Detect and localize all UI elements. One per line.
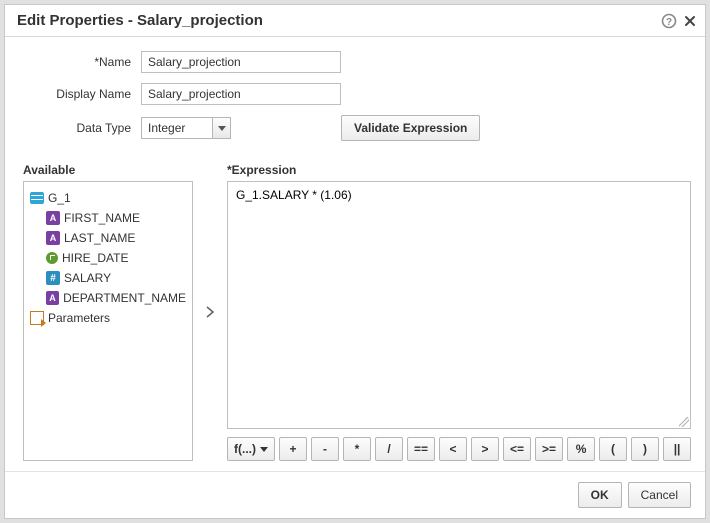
- op-lte-button[interactable]: <=: [503, 437, 531, 461]
- parameters-icon: [30, 311, 44, 325]
- available-label: Available: [23, 163, 193, 177]
- move-right-button[interactable]: [203, 302, 217, 322]
- tree-label: DEPARTMENT_NAME: [63, 291, 186, 305]
- ok-button[interactable]: OK: [578, 482, 622, 508]
- data-type-value: Integer: [142, 118, 212, 138]
- help-icon[interactable]: ?: [661, 13, 677, 29]
- op-divide-button[interactable]: /: [375, 437, 403, 461]
- tree-item-department-name[interactable]: A DEPARTMENT_NAME: [44, 288, 188, 308]
- tree-group[interactable]: G_1: [28, 188, 188, 208]
- dialog-footer: OK Cancel: [5, 471, 705, 518]
- fx-button[interactable]: f(...): [227, 437, 275, 461]
- tree-item-salary[interactable]: # SALARY: [44, 268, 188, 288]
- fx-label: f(...): [234, 442, 256, 456]
- display-name-input[interactable]: [141, 83, 341, 105]
- close-icon[interactable]: [683, 14, 697, 28]
- data-type-select[interactable]: Integer: [141, 117, 231, 139]
- available-tree: G_1 A FIRST_NAME A LAST_NAME: [23, 181, 193, 461]
- dialog-content: *Name Display Name Data Type Integer Val…: [5, 37, 705, 471]
- svg-text:?: ?: [666, 17, 672, 28]
- text-column-icon: A: [46, 211, 60, 225]
- op-eq-button[interactable]: ==: [407, 437, 435, 461]
- tree-label: FIRST_NAME: [64, 211, 140, 225]
- op-gte-button[interactable]: >=: [535, 437, 563, 461]
- op-lt-button[interactable]: <: [439, 437, 467, 461]
- name-input[interactable]: [141, 51, 341, 73]
- text-column-icon: A: [46, 291, 59, 305]
- tree-label: SALARY: [64, 271, 111, 285]
- tree-children: A FIRST_NAME A LAST_NAME HIRE_DATE #: [28, 208, 188, 308]
- chevron-down-icon: [212, 118, 230, 138]
- expression-label: *Expression: [227, 163, 691, 177]
- operator-bar: f(...) + - * / == < > <= >= % ( ) ||: [227, 437, 691, 461]
- display-name-label: Display Name: [23, 87, 141, 101]
- tree-item-last-name[interactable]: A LAST_NAME: [44, 228, 188, 248]
- text-column-icon: A: [46, 231, 60, 245]
- op-gt-button[interactable]: >: [471, 437, 499, 461]
- op-mod-button[interactable]: %: [567, 437, 595, 461]
- tree-parameters[interactable]: Parameters: [28, 308, 188, 328]
- tree-label: G_1: [48, 191, 71, 205]
- tree-label: HIRE_DATE: [62, 251, 128, 265]
- op-or-button[interactable]: ||: [663, 437, 691, 461]
- chevron-down-icon: [260, 447, 268, 452]
- data-type-label: Data Type: [23, 121, 141, 135]
- tree-item-first-name[interactable]: A FIRST_NAME: [44, 208, 188, 228]
- op-rparen-button[interactable]: ): [631, 437, 659, 461]
- expression-textarea[interactable]: [227, 181, 691, 429]
- op-lparen-button[interactable]: (: [599, 437, 627, 461]
- tree-label: Parameters: [48, 311, 110, 325]
- validate-expression-button[interactable]: Validate Expression: [341, 115, 480, 141]
- number-column-icon: #: [46, 271, 60, 285]
- name-label: *Name: [23, 55, 141, 69]
- op-multiply-button[interactable]: *: [343, 437, 371, 461]
- tree-label: LAST_NAME: [64, 231, 135, 245]
- op-plus-button[interactable]: +: [279, 437, 307, 461]
- edit-properties-dialog: Edit Properties - Salary_projection ? *N…: [4, 4, 706, 519]
- tree-item-hire-date[interactable]: HIRE_DATE: [44, 248, 188, 268]
- op-minus-button[interactable]: -: [311, 437, 339, 461]
- date-column-icon: [46, 252, 58, 264]
- cancel-button[interactable]: Cancel: [628, 482, 691, 508]
- titlebar: Edit Properties - Salary_projection ?: [5, 5, 705, 37]
- dialog-title: Edit Properties - Salary_projection: [17, 12, 661, 29]
- group-icon: [30, 192, 44, 204]
